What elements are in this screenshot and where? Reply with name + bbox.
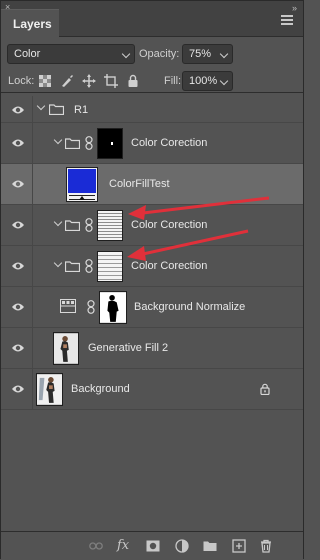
image-thumbnail[interactable] <box>53 332 79 365</box>
layer-name: Color Corection <box>131 219 208 231</box>
column-divider <box>32 123 33 163</box>
visibility-eye-icon[interactable] <box>11 219 25 231</box>
folder-icon <box>49 104 64 115</box>
layers-bottom-toolbar: fx <box>1 531 303 559</box>
layer-row-background-normalize[interactable]: Background Normalize <box>1 287 303 328</box>
layer-row-generative-fill-2[interactable]: Generative Fill 2 <box>1 328 303 369</box>
layer-name: Background Normalize <box>134 301 246 313</box>
layer-name: Color Corection <box>131 260 208 272</box>
visibility-eye-icon[interactable] <box>11 178 25 190</box>
levels-adjustment-icon <box>60 299 76 313</box>
column-divider <box>32 205 33 245</box>
fill-value: 100% <box>189 75 218 87</box>
chevron-down-icon <box>219 76 229 86</box>
opacity-field[interactable]: 75% <box>182 44 233 64</box>
layer-name: R1 <box>74 104 89 116</box>
mask-thumbnail[interactable] <box>97 251 123 282</box>
folder-icon <box>65 138 80 149</box>
layer-name: Generative Fill 2 <box>88 342 169 354</box>
blend-mode-value: Color <box>14 48 41 60</box>
panel-menu-icon[interactable] <box>281 15 293 25</box>
layer-name: Background <box>71 383 130 395</box>
expand-caret-icon[interactable] <box>36 101 46 111</box>
mask-icon[interactable] <box>146 539 160 553</box>
chevron-down-icon <box>219 49 229 59</box>
folder-icon <box>65 220 80 231</box>
layer-row-color-corection-2[interactable]: Color Corection <box>1 205 303 246</box>
group-icon[interactable] <box>203 539 217 553</box>
visibility-eye-icon[interactable] <box>11 383 25 395</box>
expand-caret-icon[interactable] <box>53 135 63 145</box>
fill-label: Fill: <box>164 75 182 87</box>
column-divider <box>32 369 33 409</box>
opacity-label: Opacity: <box>139 48 180 60</box>
layer-row-color-corection-1[interactable]: Color Corection <box>1 123 303 164</box>
fx-icon[interactable]: fx <box>117 538 129 553</box>
layers-panel: × Layers » Color Opacity: 75% Lock: Fill… <box>0 0 304 559</box>
visibility-eye-icon[interactable] <box>11 342 25 354</box>
link-chain-icon[interactable] <box>85 136 93 150</box>
link-chain-icon[interactable] <box>87 300 95 314</box>
lock-icon[interactable] <box>260 383 270 395</box>
layer-row-background[interactable]: Background <box>1 369 303 410</box>
visibility-eye-icon[interactable] <box>11 137 25 149</box>
blend-opacity-row: Color Opacity: 75% <box>1 41 303 67</box>
lock-label: Lock: <box>8 75 35 87</box>
folder-icon <box>65 261 80 272</box>
adjustment-icon[interactable] <box>175 539 189 553</box>
collapse-panel-icon[interactable]: » <box>292 3 297 13</box>
layer-row-colorfilltest[interactable]: ColorFillTest <box>1 164 303 205</box>
expand-caret-icon[interactable] <box>53 258 63 268</box>
link-chain-icon[interactable] <box>85 259 93 273</box>
link-icon[interactable] <box>89 539 103 553</box>
new-layer-icon[interactable] <box>232 539 246 553</box>
mask-thumbnail[interactable] <box>97 128 123 159</box>
layer-name: ColorFillTest <box>109 178 170 190</box>
tab-layers[interactable]: Layers <box>1 9 59 37</box>
silhouette-mask-thumbnail[interactable] <box>99 291 127 324</box>
fill-layer-thumbnail[interactable] <box>66 167 98 202</box>
chevron-down-icon <box>121 49 131 59</box>
lock-position-icon[interactable] <box>82 74 96 88</box>
link-chain-icon[interactable] <box>85 218 93 232</box>
visibility-eye-icon[interactable] <box>11 260 25 272</box>
expand-caret-icon[interactable] <box>53 217 63 227</box>
panel-top-bar: × Layers » <box>1 1 303 37</box>
lock-fill-row: Lock: Fill: 100% <box>1 69 303 93</box>
lock-transparent-pixels-icon[interactable] <box>38 74 52 88</box>
layer-row-r1[interactable]: R1 <box>1 96 303 123</box>
column-divider <box>32 246 33 286</box>
image-thumbnail[interactable] <box>36 373 63 406</box>
fill-color-swatch <box>68 169 96 193</box>
mask-thumbnail[interactable] <box>97 210 123 241</box>
column-divider <box>32 287 33 327</box>
layer-row-color-corection-3[interactable]: Color Corection <box>1 246 303 287</box>
column-divider <box>32 96 33 122</box>
fill-field[interactable]: 100% <box>182 71 233 91</box>
lock-artboard-icon[interactable] <box>104 74 118 88</box>
blend-mode-select[interactable]: Color <box>7 44 135 64</box>
lock-image-pixels-icon[interactable] <box>60 74 74 88</box>
visibility-eye-icon[interactable] <box>11 104 25 116</box>
layer-name: Color Corection <box>131 137 208 149</box>
lock-all-icon[interactable] <box>126 74 140 88</box>
column-divider <box>32 328 33 368</box>
opacity-value: 75% <box>189 48 212 60</box>
trash-icon[interactable] <box>259 539 273 553</box>
visibility-eye-icon[interactable] <box>11 301 25 313</box>
column-divider <box>32 164 33 204</box>
